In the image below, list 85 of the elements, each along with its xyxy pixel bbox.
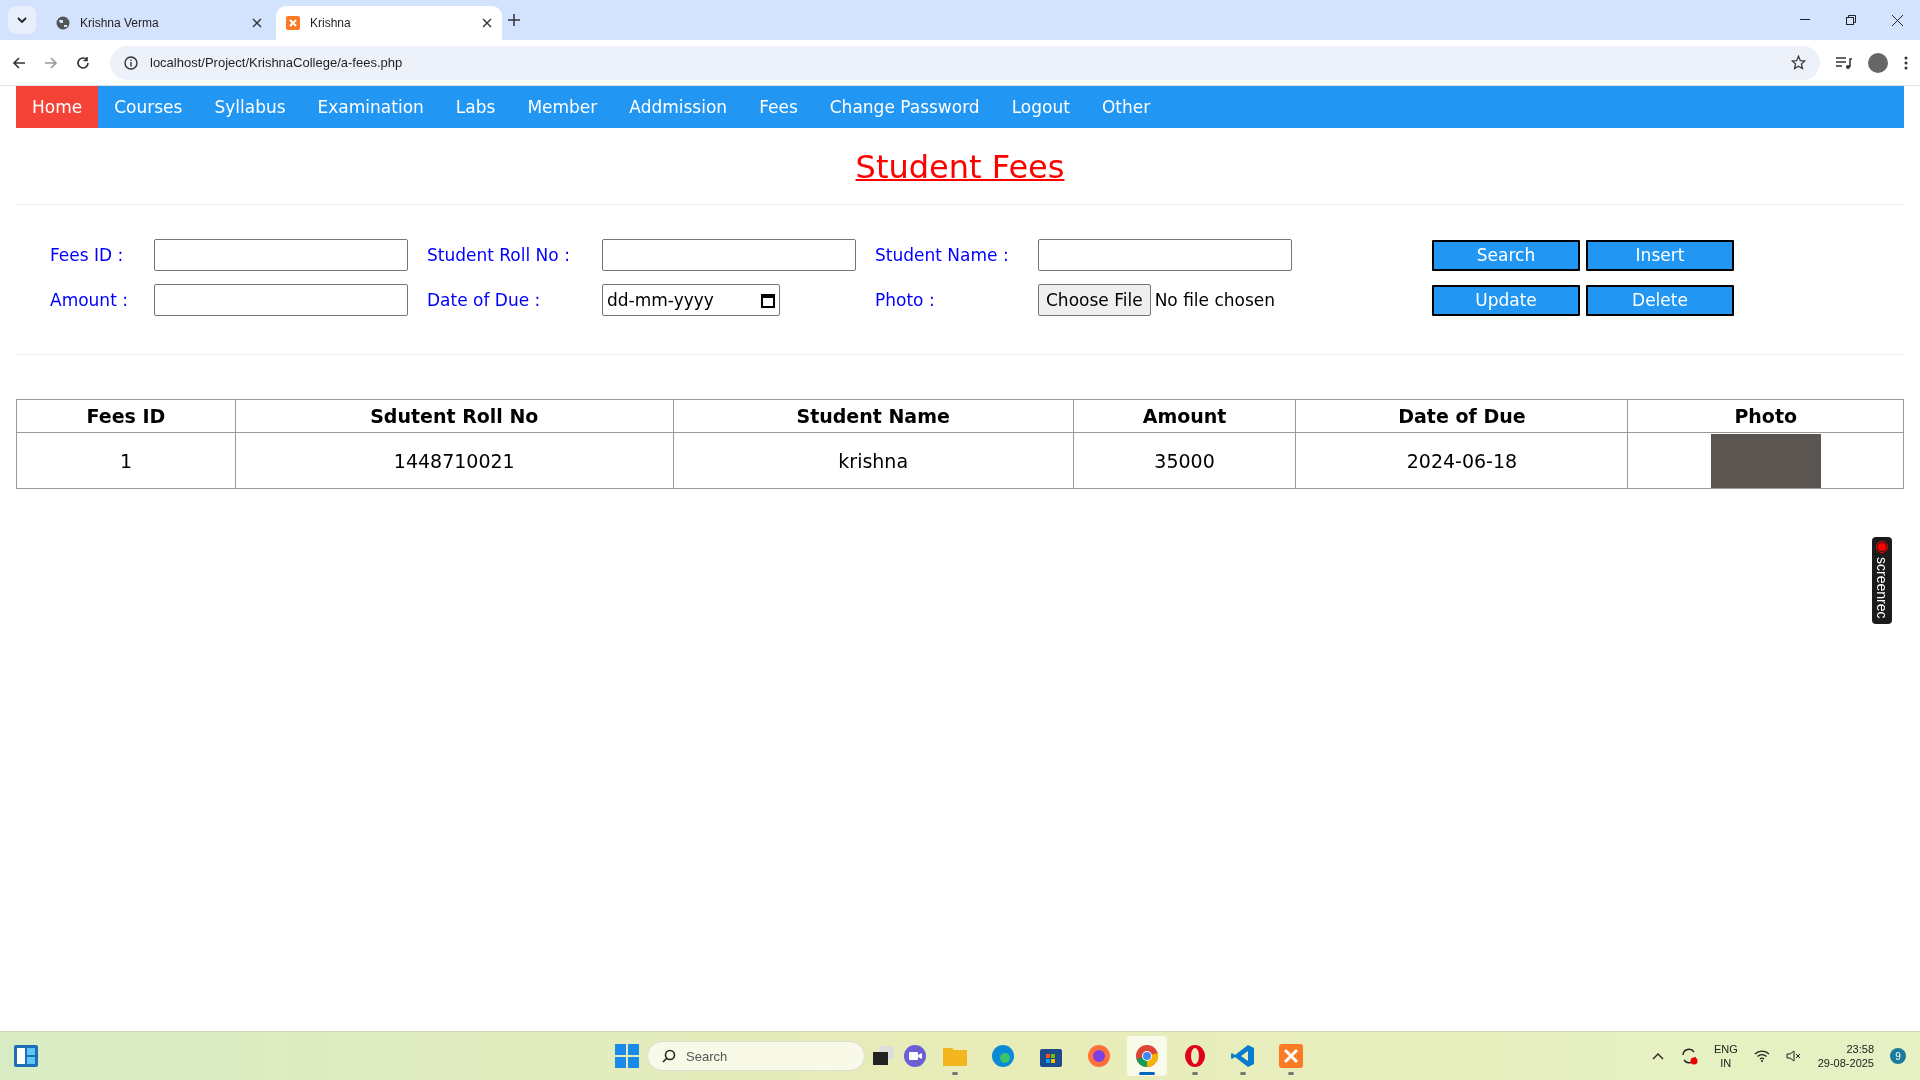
clock[interactable]: 23:58 29-08-2025 — [1817, 1042, 1874, 1070]
taskbar-search-field[interactable]: Search — [647, 1041, 865, 1071]
close-icon[interactable] — [482, 18, 492, 28]
plus-icon — [508, 14, 520, 26]
close-icon[interactable] — [252, 18, 262, 28]
playlist-icon — [1836, 56, 1852, 69]
column-header: Fees ID — [16, 399, 236, 433]
field-label: Photo : — [875, 290, 935, 310]
globe-icon — [56, 16, 70, 30]
video-chat-icon[interactable] — [903, 1044, 927, 1068]
minimize-icon — [1800, 19, 1810, 21]
taskbar-app-button[interactable] — [1127, 1036, 1167, 1076]
date-input-field[interactable]: dd-mm-yyyy — [602, 284, 780, 316]
info-icon — [124, 55, 138, 70]
windows-start-icon[interactable] — [615, 1044, 639, 1068]
xampp-logo-icon — [286, 16, 300, 30]
table-cell: 35000 — [1073, 432, 1296, 489]
nav-link[interactable]: Change Password — [813, 86, 996, 128]
text-input-field[interactable] — [602, 239, 856, 271]
recorder-tab[interactable]: screenrec — [1872, 537, 1892, 625]
nav-link[interactable]: Labs — [439, 86, 512, 128]
xampp-logo-icon — [1279, 1044, 1303, 1068]
chevron-up-icon[interactable] — [1651, 1052, 1664, 1060]
sync-icon[interactable] — [1679, 1047, 1698, 1065]
folder-icon — [943, 1046, 967, 1066]
column-header: Student Name — [673, 399, 1074, 433]
record-icon — [1876, 541, 1888, 553]
language-indicator[interactable]: ENG IN — [1713, 1042, 1738, 1070]
file-status-text: No file chosen — [1154, 290, 1276, 310]
field-label: Fees ID : — [50, 245, 124, 265]
table-cell: 1448710021 — [235, 432, 674, 489]
field-label: Date of Due : — [427, 290, 541, 310]
tab-list-button[interactable] — [8, 6, 36, 34]
nav-link[interactable]: Fees — [743, 86, 814, 128]
text-input-field[interactable] — [154, 284, 408, 316]
widgets-icon[interactable] — [14, 1045, 38, 1067]
field-label: Student Name : — [875, 245, 1009, 265]
table-cell: 1 — [16, 432, 236, 489]
nav-link[interactable]: Other — [1085, 86, 1167, 128]
nav-link[interactable]: Addmission — [613, 86, 744, 128]
search-button[interactable]: Search — [1432, 239, 1580, 271]
task-view-icon[interactable] — [873, 1046, 895, 1066]
chevron-down-icon — [17, 17, 27, 23]
calendar-icon — [761, 292, 775, 308]
nav-link[interactable]: Home — [16, 86, 99, 128]
address-bar[interactable]: localhost/Project/KrishnaCollege/a-fees.php — [110, 45, 1820, 80]
forward-arrow-icon — [44, 55, 58, 70]
search-icon — [662, 1049, 676, 1063]
nav-link[interactable]: Examination — [301, 86, 440, 128]
back-arrow-icon — [12, 55, 26, 70]
restore-icon — [1846, 15, 1856, 25]
page-title: Student Fees — [855, 148, 1065, 186]
new-tab-button[interactable] — [506, 12, 522, 28]
menu-dots-icon — [1904, 55, 1908, 70]
star-icon[interactable] — [1791, 55, 1806, 70]
media-controls-button[interactable] — [1834, 54, 1854, 71]
nav-link[interactable]: Logout — [995, 86, 1086, 128]
column-header: Date of Due — [1295, 399, 1628, 433]
field-label: Student Roll No : — [427, 245, 570, 265]
insert-button[interactable]: Insert — [1586, 239, 1734, 271]
notification-badge[interactable]: 9 — [1890, 1048, 1906, 1064]
text-input-field[interactable] — [1038, 239, 1292, 271]
profile-avatar[interactable] — [1868, 52, 1888, 73]
browser-tab[interactable]: Krishna — [276, 6, 502, 40]
choose-file-button[interactable]: Choose File — [1038, 284, 1151, 316]
close-icon — [1891, 14, 1903, 26]
speaker-muted-icon[interactable] — [1785, 1050, 1802, 1062]
column-header: Sdutent Roll No — [235, 399, 674, 433]
table-cell: krishna — [673, 432, 1074, 489]
ring-o-icon — [1184, 1044, 1206, 1068]
nav-link[interactable]: Courses — [98, 86, 199, 128]
chrome-circle-icon — [1135, 1044, 1159, 1068]
column-header: Amount — [1073, 399, 1296, 433]
delete-button[interactable]: Delete — [1586, 284, 1734, 316]
nav-link[interactable]: Syllabus — [198, 86, 302, 128]
field-label: Amount : — [50, 290, 128, 310]
column-header: Photo — [1627, 399, 1904, 433]
wifi-icon[interactable] — [1753, 1050, 1770, 1062]
nav-link[interactable]: Member — [511, 86, 614, 128]
reload-icon — [76, 55, 90, 70]
browser-tab[interactable]: Krishna Verma — [46, 6, 272, 40]
table-cell: 2024-06-18 — [1295, 432, 1628, 489]
update-button[interactable]: Update — [1432, 284, 1580, 316]
code-editor-icon — [1231, 1044, 1255, 1068]
text-input-field[interactable] — [154, 239, 408, 271]
